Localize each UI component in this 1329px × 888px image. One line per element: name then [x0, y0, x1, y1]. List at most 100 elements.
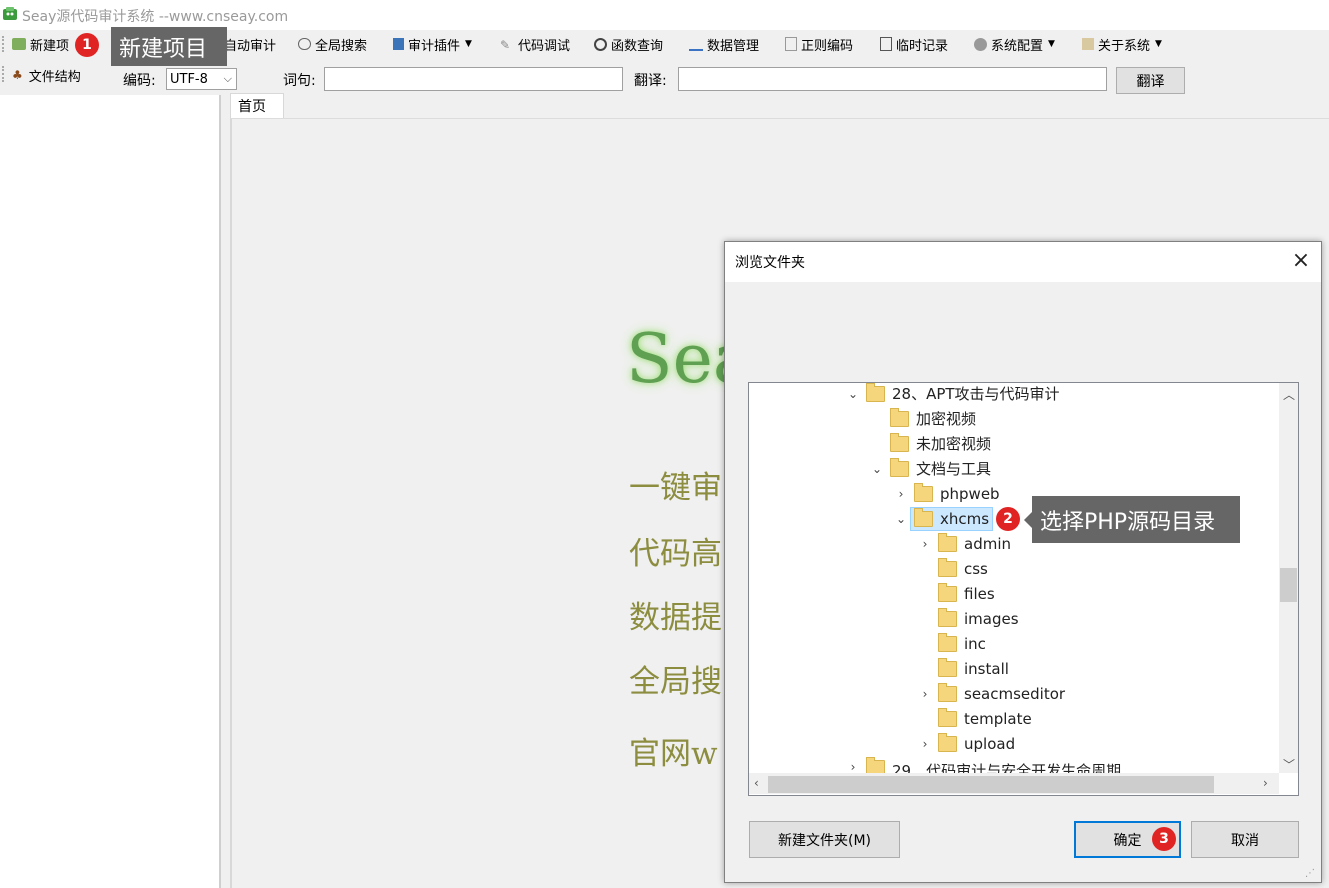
query-input[interactable]: [324, 67, 623, 91]
folder-icon: [938, 657, 957, 677]
code-debug-button[interactable]: ✎ 代码调试: [500, 34, 570, 54]
tree-item[interactable]: template: [938, 706, 1032, 731]
chevron-right-icon: ›: [850, 760, 856, 773]
vertical-scroll-thumb[interactable]: [1280, 568, 1297, 602]
chevron-down-icon: ⌄: [895, 511, 907, 526]
regex-icon: [785, 37, 797, 51]
folder-icon: [914, 507, 933, 527]
welcome-line: 全局搜: [629, 664, 722, 700]
chevron-down-icon: ▼: [1155, 39, 1162, 49]
tree-item[interactable]: ⌄ 文档与工具: [870, 456, 991, 481]
tree-item[interactable]: 加密视频: [890, 406, 976, 431]
app-logo-icon: [3, 7, 17, 20]
folder-icon: [938, 582, 957, 602]
tree-item-label: template: [964, 709, 1032, 728]
tree-item[interactable]: files: [938, 581, 995, 606]
tree-item-label: inc: [964, 634, 986, 653]
chevron-right-icon: ›: [898, 486, 904, 501]
new-project-button[interactable]: 新建项: [12, 34, 69, 54]
tree-item-label: 加密视频: [916, 410, 977, 428]
folder-icon: [938, 532, 957, 552]
data-icon: [689, 37, 703, 51]
file-structure-label: 文件结构: [28, 69, 81, 85]
tree-item-selected[interactable]: ⌄ xhcms: [894, 506, 994, 531]
file-tree-pane[interactable]: [0, 95, 221, 888]
chevron-down-icon: ▼: [465, 39, 472, 49]
folder-icon: [914, 482, 933, 502]
system-config-button[interactable]: 系统配置 ▼: [974, 34, 1055, 54]
data-management-button[interactable]: 数据管理: [689, 34, 759, 54]
encoding-select[interactable]: UTF-8 ⌵: [166, 68, 237, 90]
query-label: 词句:: [283, 73, 316, 89]
toolbar-grip[interactable]: [2, 66, 6, 82]
tree-item-label: 文档与工具: [916, 460, 992, 478]
cancel-button[interactable]: 取消: [1191, 821, 1299, 858]
tree-item-label: css: [964, 559, 988, 578]
folder-tree[interactable]: [748, 382, 1299, 796]
selected-highlight: xhcms: [910, 506, 994, 531]
folder-icon: [938, 632, 957, 652]
tree-item[interactable]: inc: [938, 631, 986, 656]
dialog-title-bar: [725, 242, 1321, 282]
global-search-icon: [298, 38, 311, 50]
tab-home[interactable]: 首页: [230, 93, 284, 119]
tree-item[interactable]: ⌄ 28、APT攻击与代码审计: [846, 381, 1060, 406]
tree-item-label: upload: [964, 734, 1016, 753]
step-2-badge: 2: [996, 507, 1020, 531]
tree-item-label: phpweb: [940, 484, 1000, 503]
about-icon: [1082, 38, 1094, 50]
scroll-down-icon[interactable]: ﹀: [1283, 756, 1295, 773]
tree-item[interactable]: › 29、代码审计与安全开发生命周期: [846, 756, 1121, 773]
magnifier-icon: [594, 37, 607, 51]
file-structure-tab[interactable]: ♣ 文件结构: [12, 65, 81, 85]
new-folder-button[interactable]: 新建文件夹(M): [749, 821, 900, 858]
scroll-right-icon[interactable]: ›: [1263, 776, 1268, 790]
tree-item-label: 28、APT攻击与代码审计: [892, 385, 1060, 403]
regex-encode-button[interactable]: 正则编码: [785, 34, 853, 54]
folder-icon: [890, 432, 909, 452]
close-icon[interactable]: ×: [1290, 250, 1312, 272]
tree-item[interactable]: install: [938, 656, 1009, 681]
temp-record-button[interactable]: 临时记录: [880, 34, 948, 54]
tree-item-label: images: [964, 609, 1019, 628]
welcome-line: 数据提: [629, 600, 722, 636]
function-query-button[interactable]: 函数查询: [594, 34, 663, 54]
translate-label: 翻译:: [634, 73, 667, 89]
chevron-down-icon: ⌄: [847, 386, 859, 401]
folder-icon: [866, 382, 885, 402]
tree-item[interactable]: › seacmseditor: [918, 681, 1065, 706]
about-system-button[interactable]: 关于系统 ▼: [1082, 34, 1162, 54]
global-search-label: 全局搜索: [315, 38, 368, 54]
function-query-label: 函数查询: [611, 38, 664, 54]
debug-icon: ✎: [500, 38, 511, 52]
tree-item[interactable]: › admin: [918, 531, 1011, 556]
resize-grip-icon[interactable]: ⋰: [1305, 868, 1315, 879]
translate-input[interactable]: [678, 67, 1107, 91]
tree-item-label: 29、代码审计与安全开发生命周期: [892, 762, 1122, 773]
tree-item[interactable]: css: [938, 556, 988, 581]
tree-item[interactable]: 未加密视频: [890, 431, 991, 456]
tree-item[interactable]: › upload: [918, 731, 1015, 756]
translate-button[interactable]: 翻译: [1116, 67, 1185, 94]
encoding-label: 编码:: [123, 73, 156, 89]
audit-plugin-button[interactable]: 审计插件 ▼: [393, 34, 472, 54]
horizontal-scroll-thumb[interactable]: [768, 776, 1214, 793]
chevron-down-icon: ⌵: [223, 72, 232, 85]
folder-icon: [890, 407, 909, 427]
folder-icon: [890, 457, 909, 477]
scroll-up-icon[interactable]: ︿: [1283, 386, 1295, 403]
welcome-line: 官网w: [629, 736, 718, 772]
tree-item[interactable]: images: [938, 606, 1019, 631]
dialog-title: 浏览文件夹: [735, 255, 805, 271]
toolbar-grip[interactable]: [2, 36, 6, 52]
scroll-left-icon[interactable]: ‹: [754, 776, 759, 790]
data-management-label: 数据管理: [707, 38, 760, 54]
step-1-badge: 1: [75, 33, 99, 57]
tree-item[interactable]: › phpweb: [894, 481, 1000, 506]
tree-item-label: files: [964, 584, 995, 603]
new-project-label: 新建项: [30, 38, 70, 54]
welcome-line: 一键审: [629, 470, 722, 506]
welcome-line: 代码高: [629, 536, 722, 572]
global-search-button[interactable]: 全局搜索: [298, 34, 367, 54]
about-system-label: 关于系统: [1098, 38, 1151, 54]
